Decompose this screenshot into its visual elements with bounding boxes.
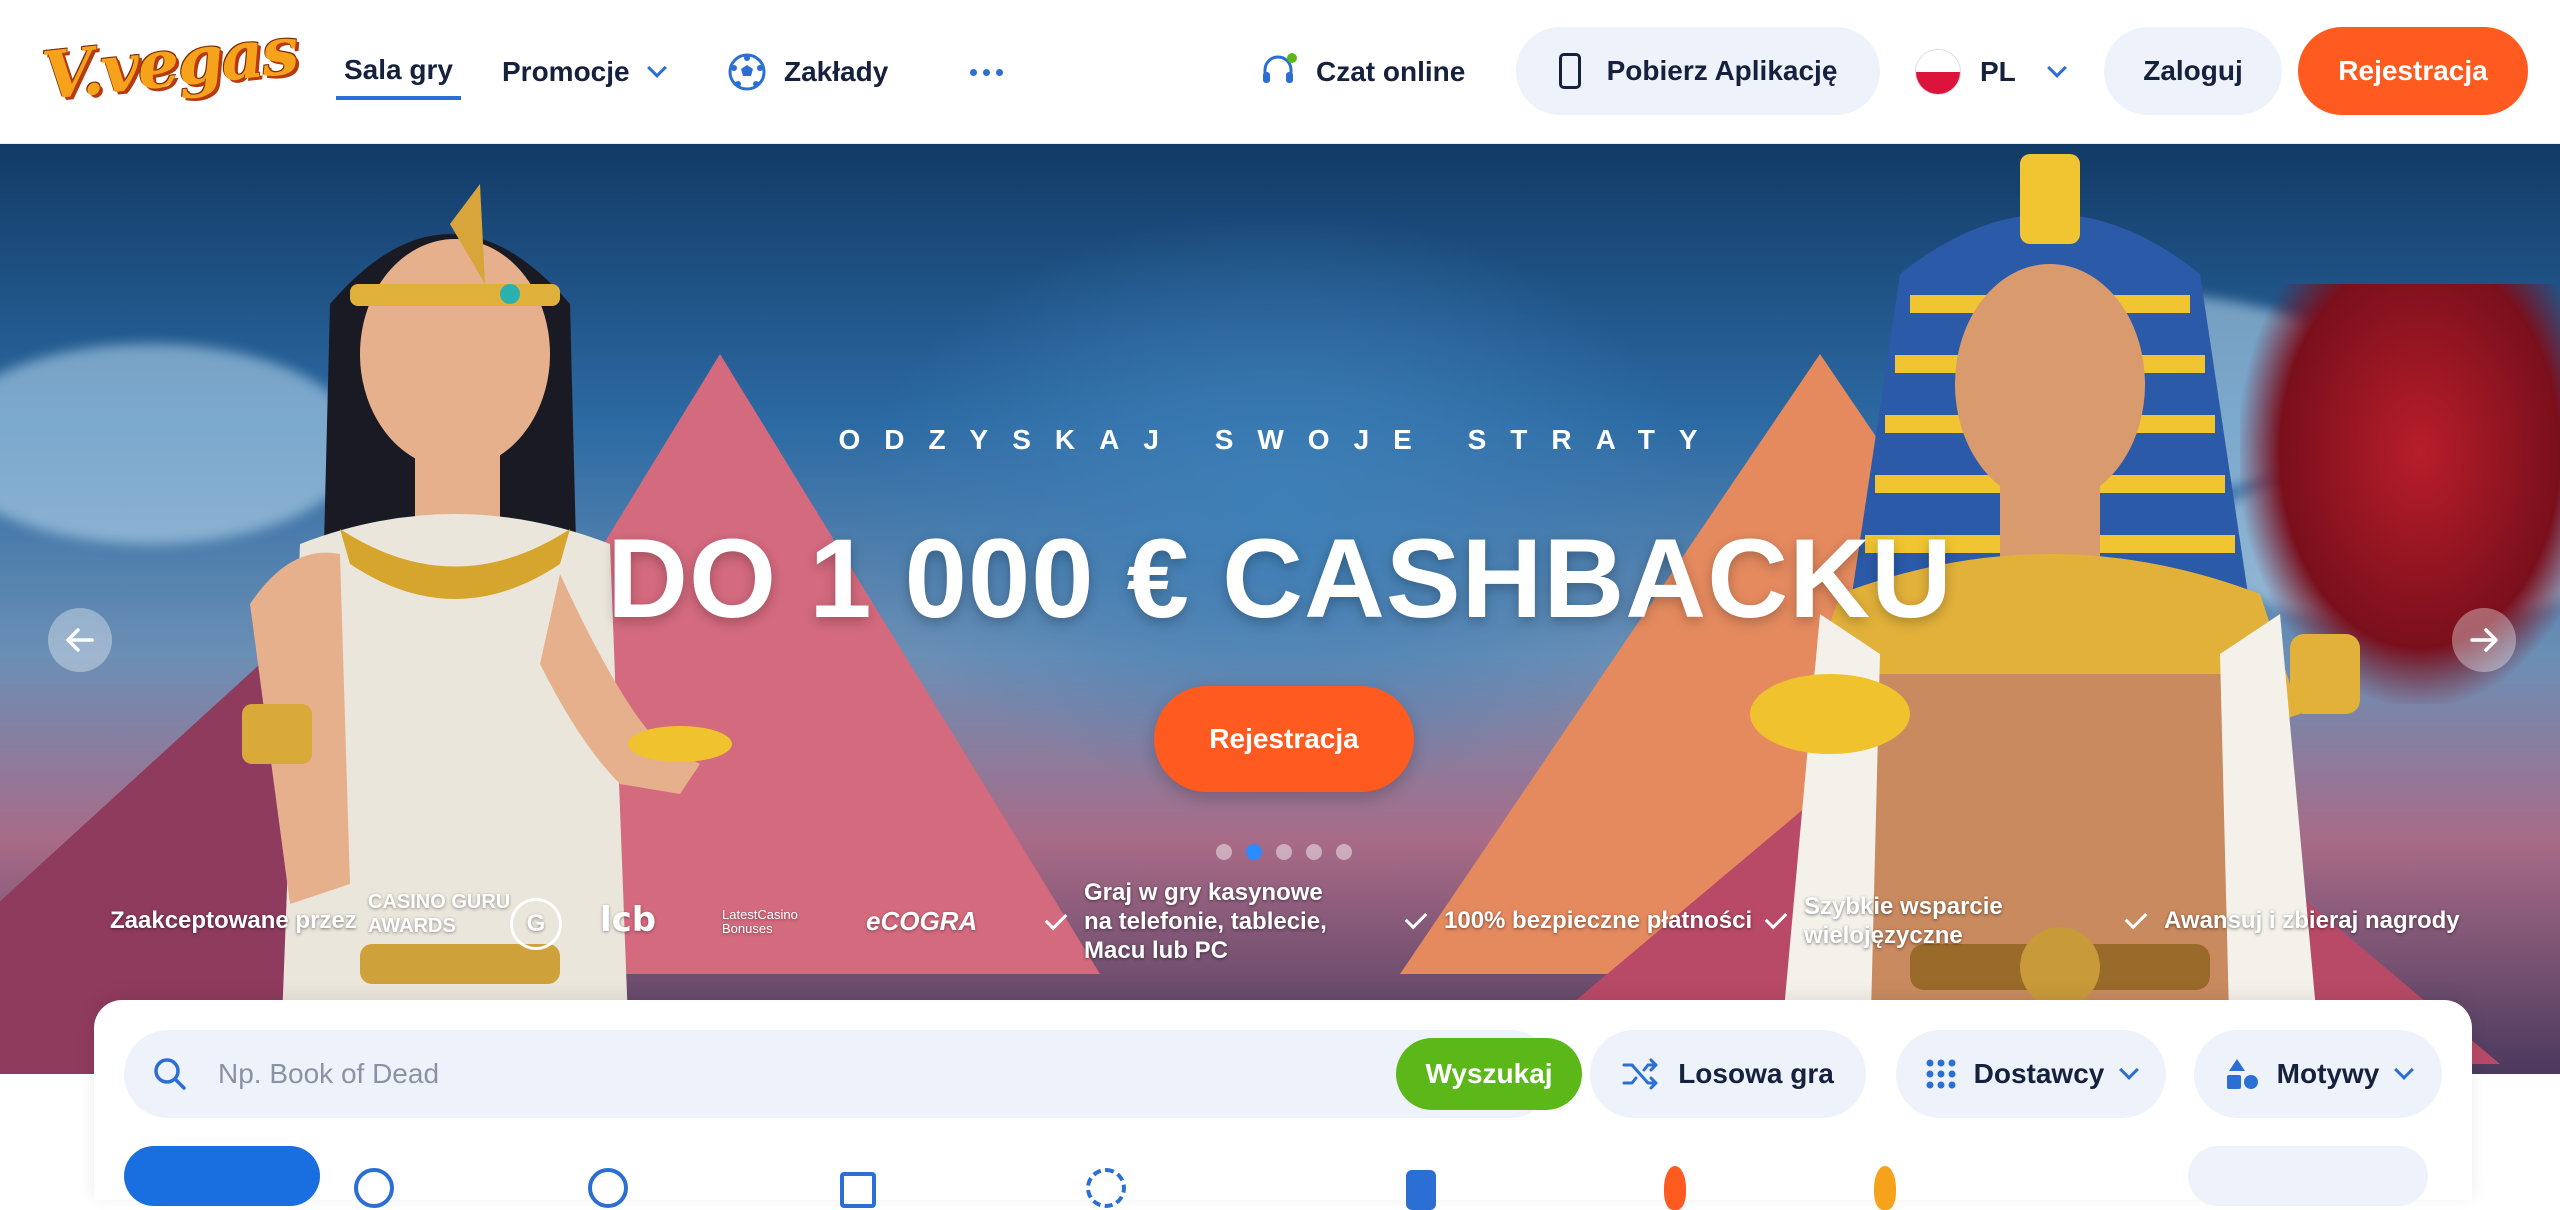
poland-flag-icon — [1916, 50, 1960, 94]
feature-label: Graj w gry kasynowe na telefonie, tablec… — [1084, 879, 1327, 964]
ecogra-logo: eCOGRA — [866, 906, 978, 936]
carousel-dot[interactable] — [1306, 844, 1322, 860]
login-button[interactable]: Zaloguj — [2104, 27, 2282, 115]
providers-label: Dostawcy — [1973, 1058, 2105, 1089]
check-icon — [1404, 906, 1428, 929]
carousel-dot[interactable] — [1276, 844, 1292, 860]
carousel-dots — [1216, 844, 1352, 860]
language-label: PL — [1980, 56, 2016, 87]
more-dots-icon — [970, 68, 1003, 76]
search-bar: Wyszukaj — [124, 1030, 1582, 1118]
register-button[interactable]: Rejestracja — [2298, 27, 2528, 115]
grid-dots-icon — [1926, 1059, 1956, 1089]
lcb-wordmark: lcb — [600, 900, 657, 940]
search-icon — [154, 1058, 186, 1090]
lcb-logo: lcb — [600, 900, 656, 940]
site-header: V.vegas Sala gry Promocje Zakłady Czat o… — [0, 0, 2560, 144]
themes-label: Motywy — [2276, 1058, 2380, 1089]
carousel-next-button[interactable] — [2452, 608, 2516, 672]
casino-guru-awards-logo: CASINO GURU AWARDS — [368, 891, 511, 937]
arrow-left-icon — [66, 628, 94, 652]
search-input[interactable] — [218, 1030, 1218, 1118]
carousel-prev-button[interactable] — [48, 608, 112, 672]
nav-label: Promocje — [502, 56, 630, 87]
nav-label: Sala gry — [344, 54, 453, 85]
register-label: Rejestracja — [2338, 55, 2488, 86]
vvegas-logo[interactable]: V.vegas — [39, 11, 301, 122]
chat-label: Czat online — [1316, 56, 1466, 87]
chevron-down-icon — [2046, 58, 2067, 78]
tab-icon[interactable] — [1406, 1170, 1436, 1210]
chat-online-button[interactable]: Czat online — [1258, 44, 1465, 100]
check-icon — [1764, 906, 1788, 930]
tab-icon[interactable] — [588, 1168, 628, 1208]
feature-multi-device: Graj w gry kasynowe na telefonie, tablec… — [1044, 878, 1350, 965]
feature-label: Szybkie wsparcie wielojęzyczne — [1804, 893, 2003, 949]
tab-more[interactable] — [2188, 1146, 2428, 1206]
check-icon — [1044, 907, 1068, 930]
nav-promocje[interactable]: Promocje — [502, 44, 667, 100]
nav-zaklady[interactable]: Zakłady — [728, 44, 888, 100]
language-selector[interactable]: PL — [1916, 44, 2067, 100]
tab-active[interactable] — [124, 1146, 320, 1206]
hero-banner: ODZYSKAJ SWOJE STRATY DO 1 000 € CASHBAC… — [0, 144, 2560, 1074]
chevron-down-icon — [2119, 1060, 2140, 1080]
feature-rewards: Awansuj i zbieraj nagrody — [2124, 906, 2460, 935]
carousel-dot[interactable] — [1216, 844, 1232, 860]
shapes-icon — [2226, 1059, 2258, 1089]
random-game-label: Losowa gra — [1678, 1058, 1834, 1089]
chevron-down-icon — [646, 58, 667, 78]
search-button[interactable]: Wyszukaj — [1396, 1038, 1582, 1110]
logo-wordmark: V.vegas — [38, 10, 301, 116]
feature-support: Szybkie wsparcie wielojęzyczne — [1764, 892, 2010, 950]
accepted-by-label: Zaakceptowane przez — [110, 907, 357, 934]
more-menu-button[interactable] — [970, 44, 1003, 100]
fire-icon — [1664, 1166, 1686, 1210]
game-search-panel: Wyszukaj Losowa gra Dostawcy Motywy — [94, 1000, 2472, 1210]
flame-icon — [1874, 1166, 1896, 1210]
nav-label: Zakłady — [784, 56, 889, 87]
trust-bar: Zaakceptowane przez CASINO GURU AWARDS G… — [0, 878, 2560, 964]
tab-icon[interactable] — [840, 1172, 876, 1208]
download-app-label: Pobierz Aplikację — [1606, 55, 1838, 86]
login-label: Zaloguj — [2143, 55, 2243, 86]
arrow-right-icon — [2470, 628, 2498, 652]
feature-label: Awansuj i zbieraj nagrody — [2164, 907, 2460, 934]
hero-register-button[interactable]: Rejestracja — [1154, 686, 1414, 792]
shuffle-icon — [1622, 1058, 1658, 1090]
check-icon — [2124, 906, 2148, 929]
hero-title: DO 1 000 € CASHBACKU — [607, 516, 1953, 641]
football-icon — [728, 53, 766, 91]
download-app-button[interactable]: Pobierz Aplikację — [1516, 27, 1880, 115]
carousel-dot-active[interactable] — [1246, 844, 1262, 860]
chevron-down-icon — [2394, 1060, 2415, 1080]
feature-secure-payments: 100% bezpieczne płatności — [1404, 906, 1753, 935]
nav-sala-gry[interactable]: Sala gry — [336, 44, 461, 100]
hero-subtitle: ODZYSKAJ SWOJE STRATY — [838, 424, 1722, 455]
random-game-button[interactable]: Losowa gra — [1590, 1030, 1866, 1118]
carousel-dot[interactable] — [1336, 844, 1352, 860]
latest-casino-bonuses-logo: LatestCasino Bonuses — [722, 907, 798, 936]
phone-icon — [1558, 53, 1581, 89]
headset-icon — [1258, 52, 1298, 92]
feature-label: 100% bezpieczne płatności — [1444, 907, 1753, 934]
award-medal-icon: G — [510, 898, 562, 950]
themes-dropdown[interactable]: Motywy — [2194, 1030, 2442, 1118]
providers-dropdown[interactable]: Dostawcy — [1896, 1030, 2166, 1118]
tab-icon[interactable] — [1086, 1168, 1126, 1208]
tab-icon[interactable] — [354, 1168, 394, 1208]
category-tabs — [124, 1146, 2444, 1210]
